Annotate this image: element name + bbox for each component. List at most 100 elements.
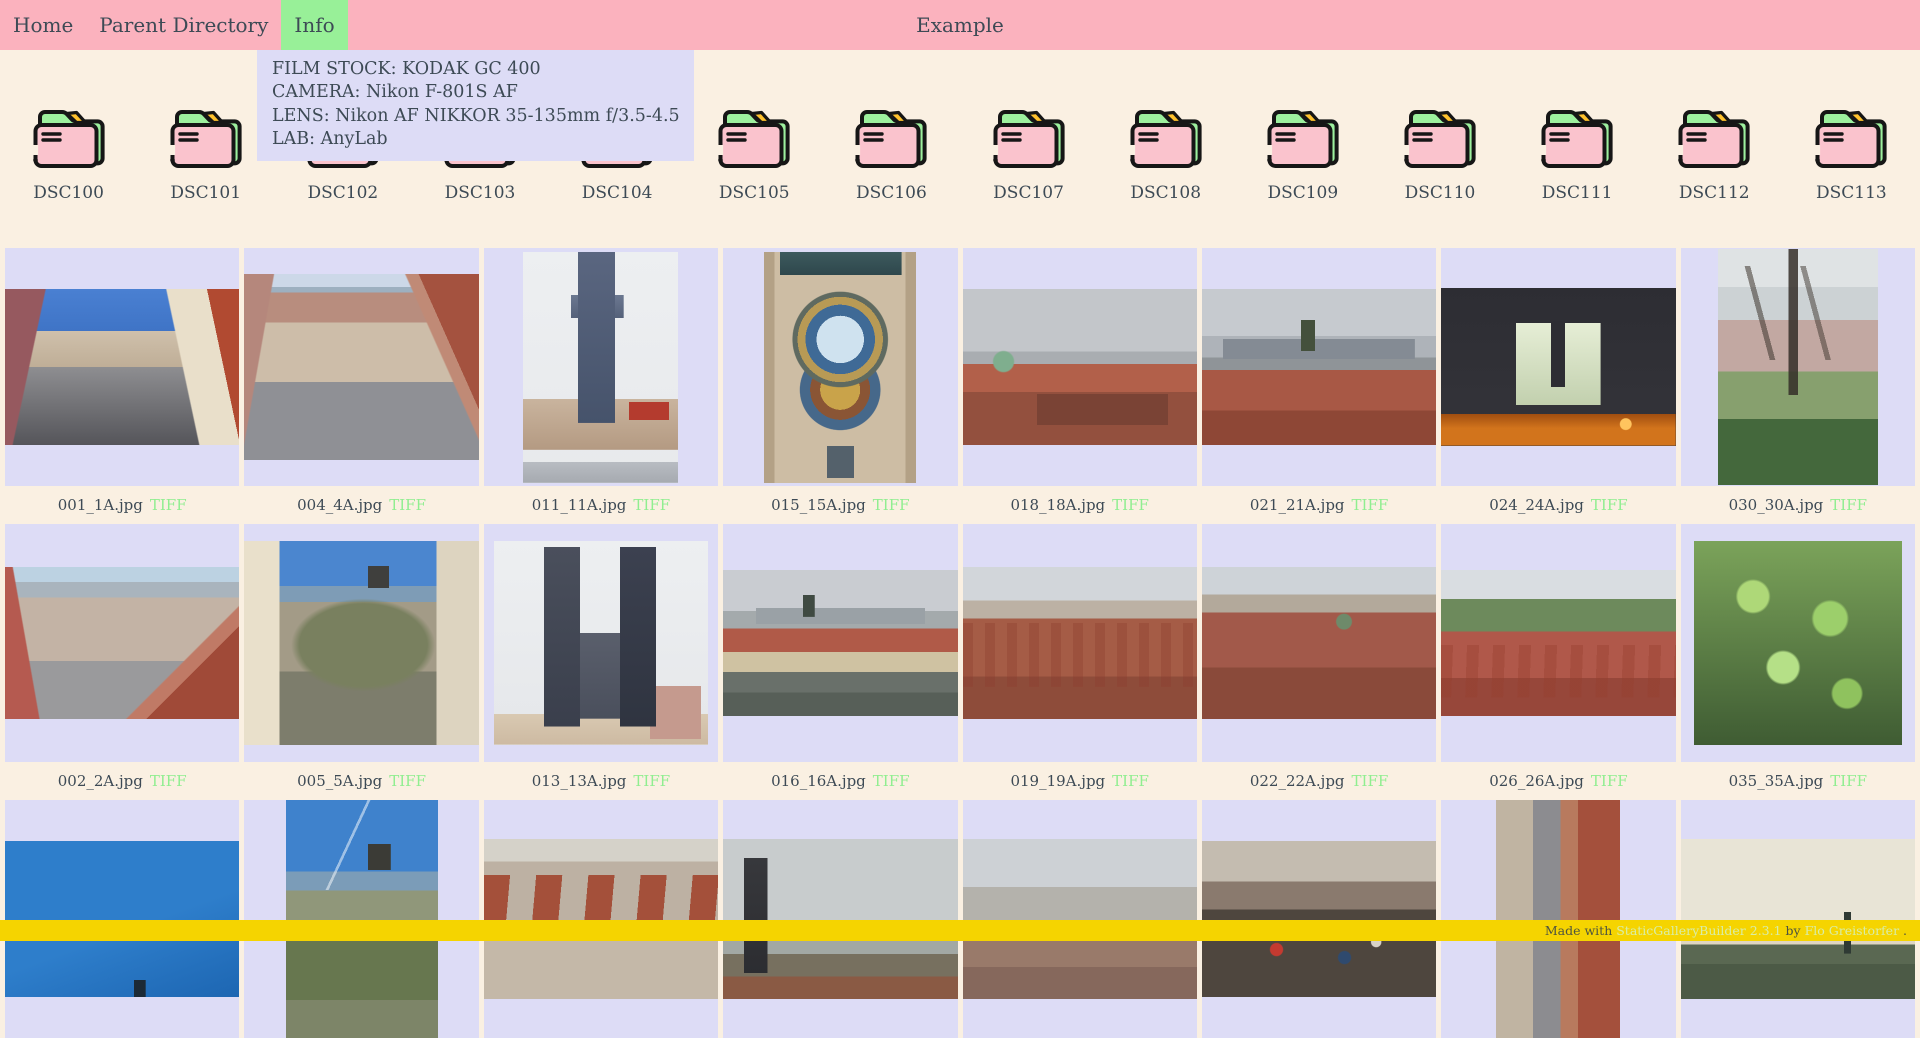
nav-item-parent-directory[interactable]: Parent Directory <box>86 0 281 50</box>
folder-icon <box>989 105 1069 175</box>
photo-thumbnail-026_26A.jpg[interactable] <box>1441 524 1675 762</box>
folder-icon <box>1400 105 1480 175</box>
photo-thumbnail[interactable] <box>5 800 239 1038</box>
folder-label: DSC103 <box>445 183 516 203</box>
photo-thumbnail-016_16A.jpg[interactable] <box>723 524 957 762</box>
photo-image <box>5 567 239 719</box>
folder-dsc100[interactable]: DSC100 <box>0 105 137 203</box>
photo-image <box>1441 288 1675 446</box>
photo-thumbnail[interactable] <box>484 800 718 1038</box>
photo-thumbnail[interactable] <box>963 800 1197 1038</box>
folder-dsc105[interactable]: DSC105 <box>686 105 823 203</box>
gallery-cell: 018_18A.jpgTIFF <box>963 248 1197 524</box>
gallery-cell: 019_19A.jpgTIFF <box>963 524 1197 800</box>
folder-dsc111[interactable]: DSC111 <box>1509 105 1646 203</box>
photo-caption: 011_11A.jpg TIFF <box>484 486 718 524</box>
gallery-cell <box>723 800 957 1038</box>
gallery-page: { "nav": { "items": [ {"id": "home", "la… <box>0 0 1920 941</box>
nav-item-info[interactable]: Info <box>281 0 347 50</box>
folder-icon <box>1811 105 1891 175</box>
footer-period: . <box>1903 923 1907 938</box>
photo-filename: 030_30A.jpg <box>1729 496 1824 514</box>
footer: Made with StaticGalleryBuilder 2.3.1 by … <box>0 920 1920 941</box>
photo-thumbnail-019_19A.jpg[interactable] <box>963 524 1197 762</box>
photo-thumbnail-035_35A.jpg[interactable] <box>1681 524 1915 762</box>
gallery-cell: 002_2A.jpg TIFF <box>5 524 239 800</box>
tiff-link[interactable]: TIFF <box>1830 496 1867 514</box>
tiff-link[interactable]: TIFF <box>1591 772 1628 790</box>
photo-thumbnail[interactable] <box>1202 800 1436 1038</box>
nav-items: HomeParent DirectoryInfo <box>0 0 348 50</box>
photo-caption: 016_16A.jpgTIFF <box>723 762 957 800</box>
photo-thumbnail-022_22A.jpg[interactable] <box>1202 524 1436 762</box>
tiff-link[interactable]: TIFF <box>1591 496 1628 514</box>
photo-thumbnail[interactable] <box>244 800 478 1038</box>
folder-dsc106[interactable]: DSC106 <box>823 105 960 203</box>
tiff-link[interactable]: TIFF <box>150 772 187 790</box>
folder-dsc112[interactable]: DSC112 <box>1646 105 1783 203</box>
photo-thumbnail-004_4A.jpg[interactable] <box>244 248 478 486</box>
gallery-cell: 005_5A.jpgTIFF <box>244 524 478 800</box>
photo-thumbnail-021_21A.jpg[interactable] <box>1202 248 1436 486</box>
photo-caption: 035_35A.jpgTIFF <box>1681 762 1915 800</box>
folder-icon <box>851 105 931 175</box>
photo-thumbnail[interactable] <box>1441 800 1675 1038</box>
photo-filename: 022_22A.jpg <box>1250 772 1345 790</box>
footer-author-link[interactable]: Flo Greistorfer <box>1805 923 1903 938</box>
photo-thumbnail-018_18A.jpg[interactable] <box>963 248 1197 486</box>
photo-thumbnail-013_13A.jpg[interactable] <box>484 524 718 762</box>
photo-thumbnail-030_30A.jpg[interactable] <box>1681 248 1915 486</box>
tiff-link[interactable]: TIFF <box>633 496 670 514</box>
photo-filename: 002_2A.jpg <box>58 772 143 790</box>
folder-label: DSC102 <box>307 183 378 203</box>
folder-label: DSC110 <box>1405 183 1476 203</box>
gallery-cell: 011_11A.jpg TIFF <box>484 248 718 524</box>
tiff-link[interactable]: TIFF <box>873 496 910 514</box>
photo-thumbnail-024_24A.jpg[interactable] <box>1441 248 1675 486</box>
footer-builder-link[interactable]: StaticGalleryBuilder 2.3.1 <box>1616 923 1785 938</box>
folder-label: DSC109 <box>1267 183 1338 203</box>
info-line: FILM STOCK: KODAK GC 400 <box>272 58 680 81</box>
folder-dsc109[interactable]: DSC109 <box>1234 105 1371 203</box>
folder-dsc110[interactable]: DSC110 <box>1371 105 1508 203</box>
photo-thumbnail[interactable] <box>1681 800 1915 1038</box>
tiff-link[interactable]: TIFF <box>1352 772 1389 790</box>
folder-dsc113[interactable]: DSC113 <box>1783 105 1920 203</box>
nav-item-home[interactable]: Home <box>0 0 86 50</box>
photo-thumbnail[interactable] <box>723 800 957 1038</box>
photo-caption: 001_1A.jpgTIFF <box>5 486 239 524</box>
folder-dsc107[interactable]: DSC107 <box>960 105 1097 203</box>
folder-icon <box>166 105 246 175</box>
gallery-cell: 016_16A.jpgTIFF <box>723 524 957 800</box>
tiff-link[interactable]: TIFF <box>150 496 187 514</box>
tiff-link[interactable]: TIFF <box>389 772 426 790</box>
photo-filename: 011_11A.jpg <box>532 496 627 514</box>
tiff-link[interactable]: TIFF <box>1112 496 1149 514</box>
gallery-cell <box>1202 800 1436 1038</box>
photo-thumbnail-002_2A.jpg[interactable] <box>5 524 239 762</box>
gallery-cell <box>484 800 718 1038</box>
footer-by-text: by <box>1786 923 1805 938</box>
photo-image <box>963 839 1197 999</box>
tiff-link[interactable]: TIFF <box>873 772 910 790</box>
folder-dsc101[interactable]: DSC101 <box>137 105 274 203</box>
folder-dsc108[interactable]: DSC108 <box>1097 105 1234 203</box>
tiff-link[interactable]: TIFF <box>1352 496 1389 514</box>
tiff-link[interactable]: TIFF <box>633 772 670 790</box>
gallery-cell: 022_22A.jpg TIFF <box>1202 524 1436 800</box>
photo-image <box>5 841 239 997</box>
gallery-cell: 001_1A.jpgTIFF <box>5 248 239 524</box>
folder-icon <box>1537 105 1617 175</box>
folder-icon <box>1126 105 1206 175</box>
photo-thumbnail-011_11A.jpg[interactable] <box>484 248 718 486</box>
tiff-link[interactable]: TIFF <box>1830 772 1867 790</box>
tiff-link[interactable]: TIFF <box>1112 772 1149 790</box>
gallery-cell: 026_26A.jpgTIFF <box>1441 524 1675 800</box>
photo-thumbnail-001_1A.jpg[interactable] <box>5 248 239 486</box>
footer-made-with-text: Made with <box>1545 923 1616 938</box>
photo-filename: 021_21A.jpg <box>1250 496 1345 514</box>
photo-thumbnail-005_5A.jpg[interactable] <box>244 524 478 762</box>
tiff-link[interactable]: TIFF <box>389 496 426 514</box>
folder-label: DSC104 <box>582 183 653 203</box>
photo-thumbnail-015_15A.jpg[interactable] <box>723 248 957 486</box>
